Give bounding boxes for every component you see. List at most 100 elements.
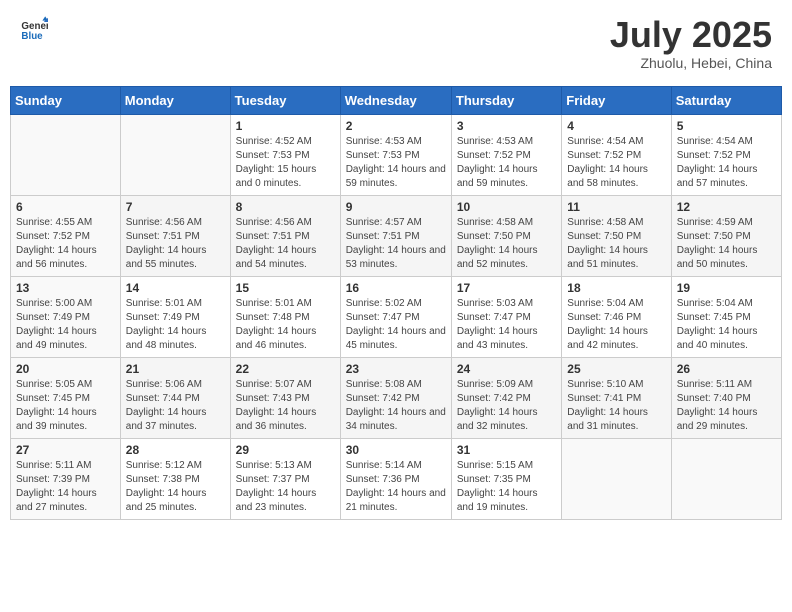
day-info: Sunrise: 5:02 AMSunset: 7:47 PMDaylight:… — [346, 297, 446, 353]
day-number: 3 — [457, 119, 556, 133]
day-info: Sunrise: 4:53 AMSunset: 7:52 PMDaylight:… — [457, 135, 556, 191]
day-number: 4 — [567, 119, 665, 133]
calendar-cell: 22 Sunrise: 5:07 AMSunset: 7:43 PMDayligh… — [230, 357, 340, 438]
day-info: Sunrise: 4:55 AMSunset: 7:52 PMDaylight:… — [16, 216, 115, 272]
calendar-week-row: 13 Sunrise: 5:00 AMSunset: 7:49 PMDayligh… — [11, 276, 782, 357]
day-info: Sunrise: 5:14 AMSunset: 7:36 PMDaylight:… — [346, 459, 446, 515]
calendar-cell: 31 Sunrise: 5:15 AMSunset: 7:35 PMDayligh… — [451, 438, 561, 519]
day-number: 20 — [16, 362, 115, 376]
weekday-header-row: SundayMondayTuesdayWednesdayThursdayFrid… — [11, 86, 782, 114]
day-info: Sunrise: 5:11 AMSunset: 7:40 PMDaylight:… — [677, 378, 776, 434]
day-number: 29 — [236, 443, 335, 457]
day-info: Sunrise: 4:54 AMSunset: 7:52 PMDaylight:… — [567, 135, 665, 191]
day-info: Sunrise: 5:07 AMSunset: 7:43 PMDaylight:… — [236, 378, 335, 434]
day-info: Sunrise: 5:03 AMSunset: 7:47 PMDaylight:… — [457, 297, 556, 353]
day-info: Sunrise: 4:59 AMSunset: 7:50 PMDaylight:… — [677, 216, 776, 272]
calendar-cell: 9Sunrise: 4:57 AMSunset: 7:51 PMDaylight… — [340, 195, 451, 276]
logo: General Blue — [20, 15, 48, 43]
weekday-header-wednesday: Wednesday — [340, 86, 451, 114]
day-number: 21 — [126, 362, 225, 376]
month-title: July 2025 — [610, 15, 772, 55]
day-number: 12 — [677, 200, 776, 214]
calendar-cell: 8 Sunrise: 4:56 AMSunset: 7:51 PMDaylight… — [230, 195, 340, 276]
weekday-header-thursday: Thursday — [451, 86, 561, 114]
day-info: Sunrise: 5:11 AMSunset: 7:39 PMDaylight:… — [16, 459, 115, 515]
calendar-cell: 5 Sunrise: 4:54 AMSunset: 7:52 PMDaylight… — [671, 114, 781, 195]
calendar-cell: 3 Sunrise: 4:53 AMSunset: 7:52 PMDaylight… — [451, 114, 561, 195]
logo-icon: General Blue — [20, 15, 48, 43]
calendar-cell: 19 Sunrise: 5:04 AMSunset: 7:45 PMDayligh… — [671, 276, 781, 357]
day-info: Sunrise: 5:10 AMSunset: 7:41 PMDaylight:… — [567, 378, 665, 434]
day-info: Sunrise: 5:06 AMSunset: 7:44 PMDaylight:… — [126, 378, 225, 434]
calendar-table: SundayMondayTuesdayWednesdayThursdayFrid… — [10, 86, 782, 520]
day-number: 24 — [457, 362, 556, 376]
calendar-cell: 26 Sunrise: 5:11 AMSunset: 7:40 PMDayligh… — [671, 357, 781, 438]
calendar-cell: 14Sunrise: 5:01 AMSunset: 7:49 PMDayligh… — [120, 276, 230, 357]
calendar-cell: 24 Sunrise: 5:09 AMSunset: 7:42 PMDayligh… — [451, 357, 561, 438]
day-number: 14 — [126, 281, 225, 295]
day-number: 5 — [677, 119, 776, 133]
day-info: Sunrise: 4:52 AMSunset: 7:53 PMDaylight:… — [236, 135, 335, 191]
day-number: 28 — [126, 443, 225, 457]
day-info: Sunrise: 4:56 AMSunset: 7:51 PMDaylight:… — [126, 216, 225, 272]
day-number: 27 — [16, 443, 115, 457]
calendar-cell: 7 Sunrise: 4:56 AMSunset: 7:51 PMDaylight… — [120, 195, 230, 276]
day-info: Sunrise: 5:08 AMSunset: 7:42 PMDaylight:… — [346, 378, 446, 434]
day-number: 7 — [126, 200, 225, 214]
day-info: Sunrise: 5:01 AMSunset: 7:48 PMDaylight:… — [236, 297, 335, 353]
day-number: 22 — [236, 362, 335, 376]
day-number: 31 — [457, 443, 556, 457]
calendar-cell — [120, 114, 230, 195]
day-number: 2 — [346, 119, 446, 133]
day-number: 9 — [346, 200, 446, 214]
calendar-cell: 18 Sunrise: 5:04 AMSunset: 7:46 PMDayligh… — [562, 276, 671, 357]
day-number: 25 — [567, 362, 665, 376]
day-number: 10 — [457, 200, 556, 214]
day-info: Sunrise: 5:04 AMSunset: 7:45 PMDaylight:… — [677, 297, 776, 353]
calendar-cell: 21 Sunrise: 5:06 AMSunset: 7:44 PMDayligh… — [120, 357, 230, 438]
svg-text:Blue: Blue — [21, 31, 43, 42]
day-number: 16 — [346, 281, 446, 295]
day-number: 19 — [677, 281, 776, 295]
day-number: 26 — [677, 362, 776, 376]
day-info: Sunrise: 4:54 AMSunset: 7:52 PMDaylight:… — [677, 135, 776, 191]
calendar-cell: 2 Sunrise: 4:53 AMSunset: 7:53 PMDaylight… — [340, 114, 451, 195]
day-number: 13 — [16, 281, 115, 295]
calendar-week-row: 27 Sunrise: 5:11 AMSunset: 7:39 PMDayligh… — [11, 438, 782, 519]
calendar-cell: 23 Sunrise: 5:08 AMSunset: 7:42 PMDayligh… — [340, 357, 451, 438]
day-number: 23 — [346, 362, 446, 376]
calendar-cell: 17 Sunrise: 5:03 AMSunset: 7:47 PMDayligh… — [451, 276, 561, 357]
day-info: Sunrise: 5:09 AMSunset: 7:42 PMDaylight:… — [457, 378, 556, 434]
calendar-cell: 30 Sunrise: 5:14 AMSunset: 7:36 PMDayligh… — [340, 438, 451, 519]
day-info: Sunrise: 5:05 AMSunset: 7:45 PMDaylight:… — [16, 378, 115, 434]
day-info: Sunrise: 5:00 AMSunset: 7:49 PMDaylight:… — [16, 297, 115, 353]
day-info: Sunrise: 5:12 AMSunset: 7:38 PMDaylight:… — [126, 459, 225, 515]
calendar-week-row: 1Sunrise: 4:52 AMSunset: 7:53 PMDaylight… — [11, 114, 782, 195]
day-info: Sunrise: 4:53 AMSunset: 7:53 PMDaylight:… — [346, 135, 446, 191]
day-info: Sunrise: 4:58 AMSunset: 7:50 PMDaylight:… — [457, 216, 556, 272]
calendar-cell — [11, 114, 121, 195]
day-info: Sunrise: 4:56 AMSunset: 7:51 PMDaylight:… — [236, 216, 335, 272]
weekday-header-friday: Friday — [562, 86, 671, 114]
day-number: 8 — [236, 200, 335, 214]
day-number: 30 — [346, 443, 446, 457]
day-info: Sunrise: 5:15 AMSunset: 7:35 PMDaylight:… — [457, 459, 556, 515]
weekday-header-monday: Monday — [120, 86, 230, 114]
day-number: 17 — [457, 281, 556, 295]
day-info: Sunrise: 4:58 AMSunset: 7:50 PMDaylight:… — [567, 216, 665, 272]
day-info: Sunrise: 5:13 AMSunset: 7:37 PMDaylight:… — [236, 459, 335, 515]
weekday-header-saturday: Saturday — [671, 86, 781, 114]
calendar-cell — [562, 438, 671, 519]
weekday-header-tuesday: Tuesday — [230, 86, 340, 114]
calendar-cell: 29 Sunrise: 5:13 AMSunset: 7:37 PMDayligh… — [230, 438, 340, 519]
calendar-cell: 20 Sunrise: 5:05 AMSunset: 7:45 PMDayligh… — [11, 357, 121, 438]
calendar-cell: 28 Sunrise: 5:12 AMSunset: 7:38 PMDayligh… — [120, 438, 230, 519]
calendar-cell: 6Sunrise: 4:55 AMSunset: 7:52 PMDaylight… — [11, 195, 121, 276]
weekday-header-sunday: Sunday — [11, 86, 121, 114]
calendar-week-row: 20 Sunrise: 5:05 AMSunset: 7:45 PMDayligh… — [11, 357, 782, 438]
calendar-cell: 1Sunrise: 4:52 AMSunset: 7:53 PMDaylight… — [230, 114, 340, 195]
day-number: 18 — [567, 281, 665, 295]
day-info: Sunrise: 5:04 AMSunset: 7:46 PMDaylight:… — [567, 297, 665, 353]
calendar-cell: 13 Sunrise: 5:00 AMSunset: 7:49 PMDayligh… — [11, 276, 121, 357]
day-number: 15 — [236, 281, 335, 295]
